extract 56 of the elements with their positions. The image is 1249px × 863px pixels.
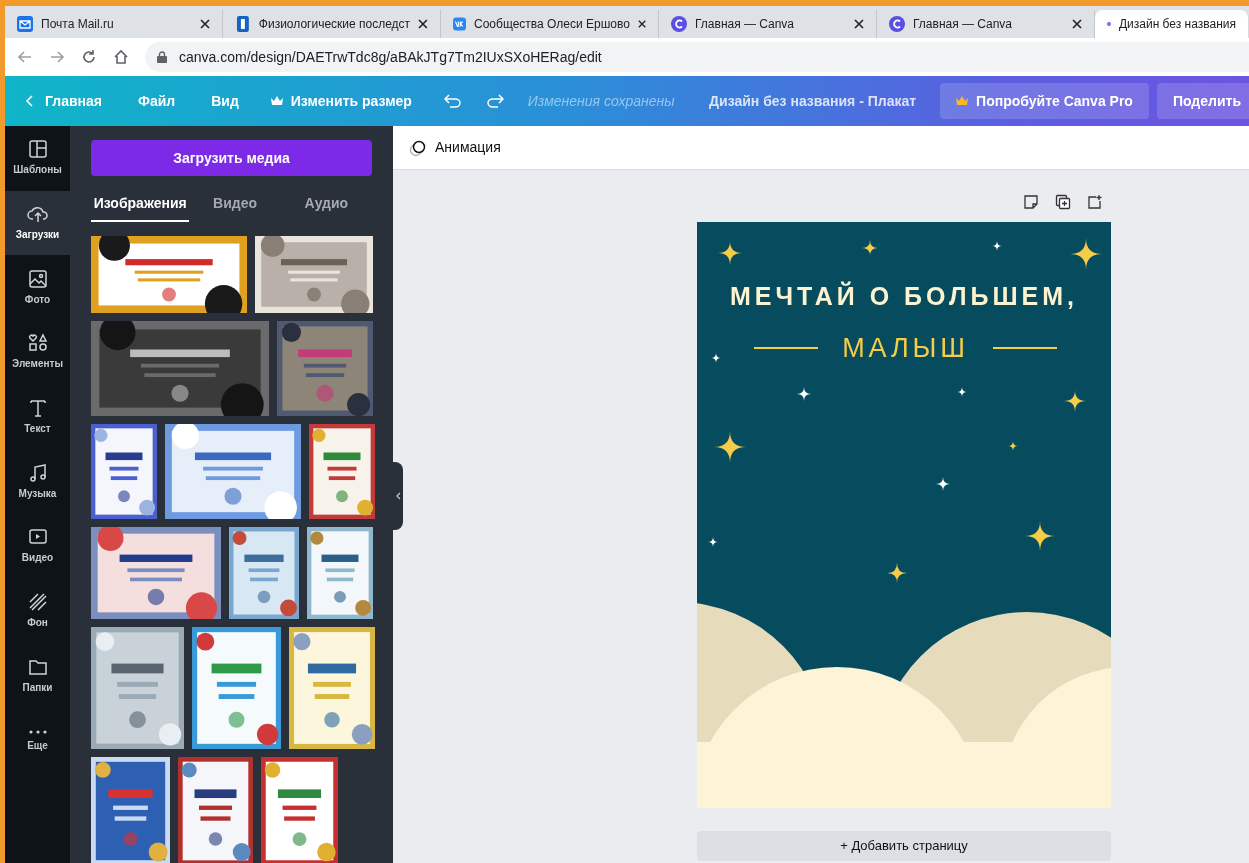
forward-arrow-icon[interactable]: [49, 49, 65, 65]
document-icon: [235, 16, 251, 32]
upload-media-button[interactable]: Загрузить медиа: [91, 140, 372, 176]
shapes-icon: [27, 333, 48, 354]
back-arrow-icon[interactable]: [17, 49, 33, 65]
home-icon[interactable]: [113, 49, 129, 65]
layout-icon: [27, 139, 48, 160]
save-status: Изменения сохранены: [527, 91, 675, 111]
panel-tab[interactable]: Аудио: [280, 186, 372, 222]
panel-tab[interactable]: Видео: [189, 186, 281, 222]
chevron-left-icon: [395, 492, 401, 500]
add-page-button[interactable]: + Добавить страницу: [697, 831, 1111, 861]
close-icon[interactable]: [637, 19, 646, 29]
add-page-icon[interactable]: [1087, 194, 1103, 210]
tab-title: Физиологические последст: [258, 16, 411, 33]
close-icon[interactable]: [1072, 19, 1082, 29]
more-icon: [27, 728, 48, 735]
image-icon: [27, 268, 48, 289]
hatch-icon: [27, 592, 48, 613]
poster[interactable]: МЕЧТАЙ О БОЛЬШЕМ, МАЛЫШ: [697, 222, 1111, 808]
decorative-line: [993, 347, 1057, 350]
text-icon: [27, 398, 48, 419]
lock-icon: [157, 51, 167, 63]
panel-tab[interactable]: Изображения: [91, 186, 190, 222]
tab-title: Сообщества Олеси Ершово: [474, 16, 630, 33]
music-note-icon: [27, 462, 48, 483]
poster-headline: МЕЧТАЙ О БОЛЬШЕМ,: [729, 280, 1079, 312]
redo-icon[interactable]: [485, 94, 504, 108]
chevron-left-icon: [25, 95, 33, 107]
url-text: canva.com/design/DAETrwTdc8g/aBAkJTg7Tm2IUxSXoHERag/edit: [179, 47, 602, 67]
close-icon[interactable]: [200, 19, 210, 29]
reload-icon[interactable]: [81, 49, 97, 65]
tab-title: Главная — Canva: [695, 16, 796, 33]
note-icon[interactable]: [1023, 194, 1039, 210]
close-icon[interactable]: [854, 19, 864, 29]
tab-title: Дизайн без названия: [1118, 16, 1236, 33]
tab-title: Почта Mail.ru: [41, 16, 115, 33]
close-icon[interactable]: [418, 19, 428, 29]
animation-button[interactable]: Анимация: [409, 137, 501, 158]
browser-tab[interactable]: Дизайн без названия: [1095, 10, 1249, 38]
poster-subline: МАЛЫШ: [842, 332, 969, 365]
address-bar[interactable]: canva.com/design/DAETrwTdc8g/aBAkJTg7Tm2IUxSXoHERag/edit: [145, 42, 1249, 72]
crown-icon: [270, 96, 283, 106]
sidebar-item[interactable]: Загрузки: [5, 190, 70, 256]
decorative-line: [754, 347, 818, 350]
pro-button[interactable]: Попробуйте Canva Pro: [940, 83, 1149, 119]
crown-icon: [956, 96, 969, 106]
collapse-handle[interactable]: [393, 462, 403, 530]
envelope-icon: [17, 16, 33, 32]
share-button[interactable]: Поделить: [1156, 83, 1249, 119]
tab-title: Главная — Canva: [913, 16, 1014, 33]
vk-icon: [453, 16, 466, 32]
cloud-upload-icon: [26, 204, 49, 225]
animation-icon: [409, 138, 427, 157]
undo-icon[interactable]: [443, 94, 462, 108]
duplicate-icon[interactable]: [1055, 194, 1071, 210]
